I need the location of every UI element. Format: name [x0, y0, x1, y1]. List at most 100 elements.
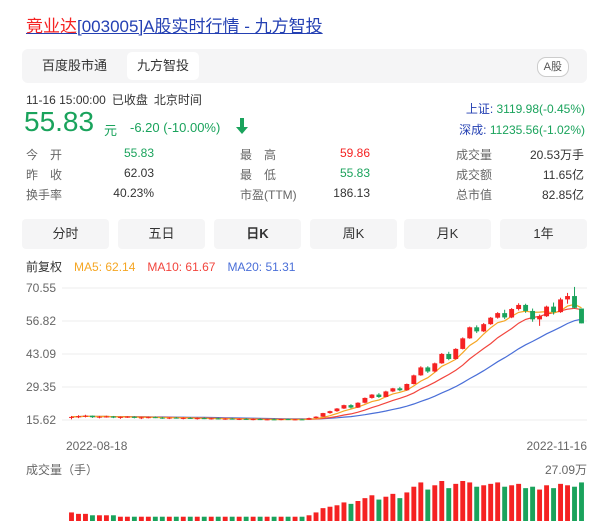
volume-bar	[446, 488, 452, 521]
candle-body	[285, 419, 291, 421]
volume-bar	[537, 489, 543, 521]
price-change: -6.20 (-10.00%)	[130, 120, 221, 135]
candle-body	[446, 353, 452, 360]
candle-body	[103, 416, 109, 418]
candle-body	[558, 299, 563, 313]
candle-body	[348, 405, 354, 408]
price-unit: 元	[104, 123, 118, 138]
index-shenzhen-value: 11235.56(-1.02%)	[489, 123, 585, 137]
adjust-mode[interactable]: 前复权	[26, 260, 62, 274]
candle-body	[96, 416, 102, 418]
volume-bar	[215, 516, 221, 521]
volume-bar	[453, 483, 459, 521]
candle-body	[334, 408, 340, 412]
candle-body	[362, 397, 368, 403]
index-shenzhen-name[interactable]: 深成:	[459, 123, 486, 137]
candle-body	[173, 417, 179, 419]
candle-body	[474, 327, 480, 332]
candle-body	[278, 419, 284, 421]
market-status: 已收盘	[111, 93, 148, 107]
volume-bar	[117, 516, 123, 521]
index-shanghai-name[interactable]: 上证:	[466, 102, 493, 116]
volume-bar	[362, 498, 368, 521]
tab-jiufang[interactable]: 九方智投	[127, 52, 200, 80]
volume-bar	[124, 516, 130, 521]
volume-bar	[138, 516, 144, 521]
timezone: 北京时间	[153, 93, 202, 107]
ma10-legend: MA10: 61.67	[147, 260, 216, 274]
tab-daily-k[interactable]: 日K	[214, 219, 301, 249]
volume-bar	[201, 516, 207, 521]
volume-bar	[131, 516, 137, 521]
index-shanghai[interactable]: 上证: 3119.98(-0.45%)	[466, 100, 585, 117]
volume-bar	[222, 516, 228, 521]
volume-bar	[320, 508, 326, 521]
tab-baidu[interactable]: 百度股市通	[32, 52, 117, 80]
volume-bar	[271, 516, 277, 521]
x-label-start: 2022-08-18	[66, 439, 128, 453]
index-shenzhen[interactable]: 深成: 11235.56(-1.02%)	[459, 121, 585, 138]
volume-bar	[411, 486, 417, 521]
volume-bar	[523, 488, 529, 521]
volume-bar	[166, 516, 172, 521]
candle-body	[397, 388, 403, 391]
volume-bar	[516, 483, 522, 521]
volume-bar	[397, 498, 403, 521]
company-name[interactable]: 竟业达	[26, 17, 77, 36]
candle-body	[90, 415, 95, 418]
chart-legend: 前复权 MA5: 62.14 MA10: 61.67 MA20: 51.31	[26, 258, 307, 275]
volume-bar	[194, 516, 200, 521]
candle-body	[271, 419, 277, 421]
volume-bar	[474, 486, 480, 521]
candle-body	[131, 416, 137, 418]
open-value: 55.83	[123, 146, 154, 160]
y-tick-label: 70.55	[26, 281, 56, 295]
ma20-line	[71, 318, 582, 420]
candle-body	[390, 388, 396, 392]
candle-body	[69, 416, 74, 418]
volume-bar	[425, 489, 431, 521]
candle-body	[83, 415, 88, 417]
tab-monthly-k[interactable]: 月K	[404, 219, 491, 249]
tab-intraday[interactable]: 分时	[22, 219, 109, 249]
volume-bar	[264, 516, 270, 521]
candle-body	[369, 394, 375, 398]
volume-bar	[334, 505, 340, 521]
page-title[interactable]: 竟业达[003005]A股实时行情 - 九方智投	[26, 12, 323, 37]
candle-body	[236, 418, 242, 420]
volume-value: 20.53万手	[529, 148, 584, 162]
title-rest[interactable]: [003005]A股实时行情 - 九方智投	[77, 17, 323, 36]
volume-bar	[145, 516, 151, 521]
volume-bar	[103, 515, 109, 521]
volume-bar	[229, 516, 235, 521]
volume-bar	[467, 482, 473, 521]
kline-chart[interactable]: 70.55 56.82 43.09 29.35 15.62 2022-08-18 2022-…	[0, 276, 599, 523]
candle-body	[76, 416, 81, 418]
volume-bar	[173, 516, 179, 521]
high-value: 59.86	[339, 146, 370, 160]
tab-weekly-k[interactable]: 周K	[310, 219, 397, 249]
amount-value: 11.65亿	[542, 168, 584, 182]
y-tick-label: 15.62	[26, 413, 56, 427]
volume-bar	[355, 501, 361, 521]
volume-bar	[83, 513, 88, 521]
turnover-value: 40.23%	[113, 186, 154, 200]
volume-bar	[208, 516, 214, 521]
low-value: 55.83	[339, 166, 370, 180]
candle-body	[292, 419, 298, 421]
prev-close-value: 62.03	[123, 166, 154, 180]
candle-body	[439, 353, 445, 364]
candle-body	[166, 417, 172, 419]
volume-bar	[509, 485, 515, 521]
current-price: 55.83	[24, 106, 95, 137]
tab-one-year[interactable]: 1年	[500, 219, 587, 249]
candle-body	[551, 306, 557, 313]
market-cap-value: 82.85亿	[541, 188, 584, 202]
candle-body	[229, 418, 235, 420]
tab-five-day[interactable]: 五日	[118, 219, 205, 249]
candle-body	[138, 417, 144, 419]
volume-bar	[236, 516, 242, 521]
volume-bar	[432, 485, 438, 521]
x-label-end: 2022-11-16	[527, 439, 588, 453]
candle-body	[341, 405, 347, 409]
